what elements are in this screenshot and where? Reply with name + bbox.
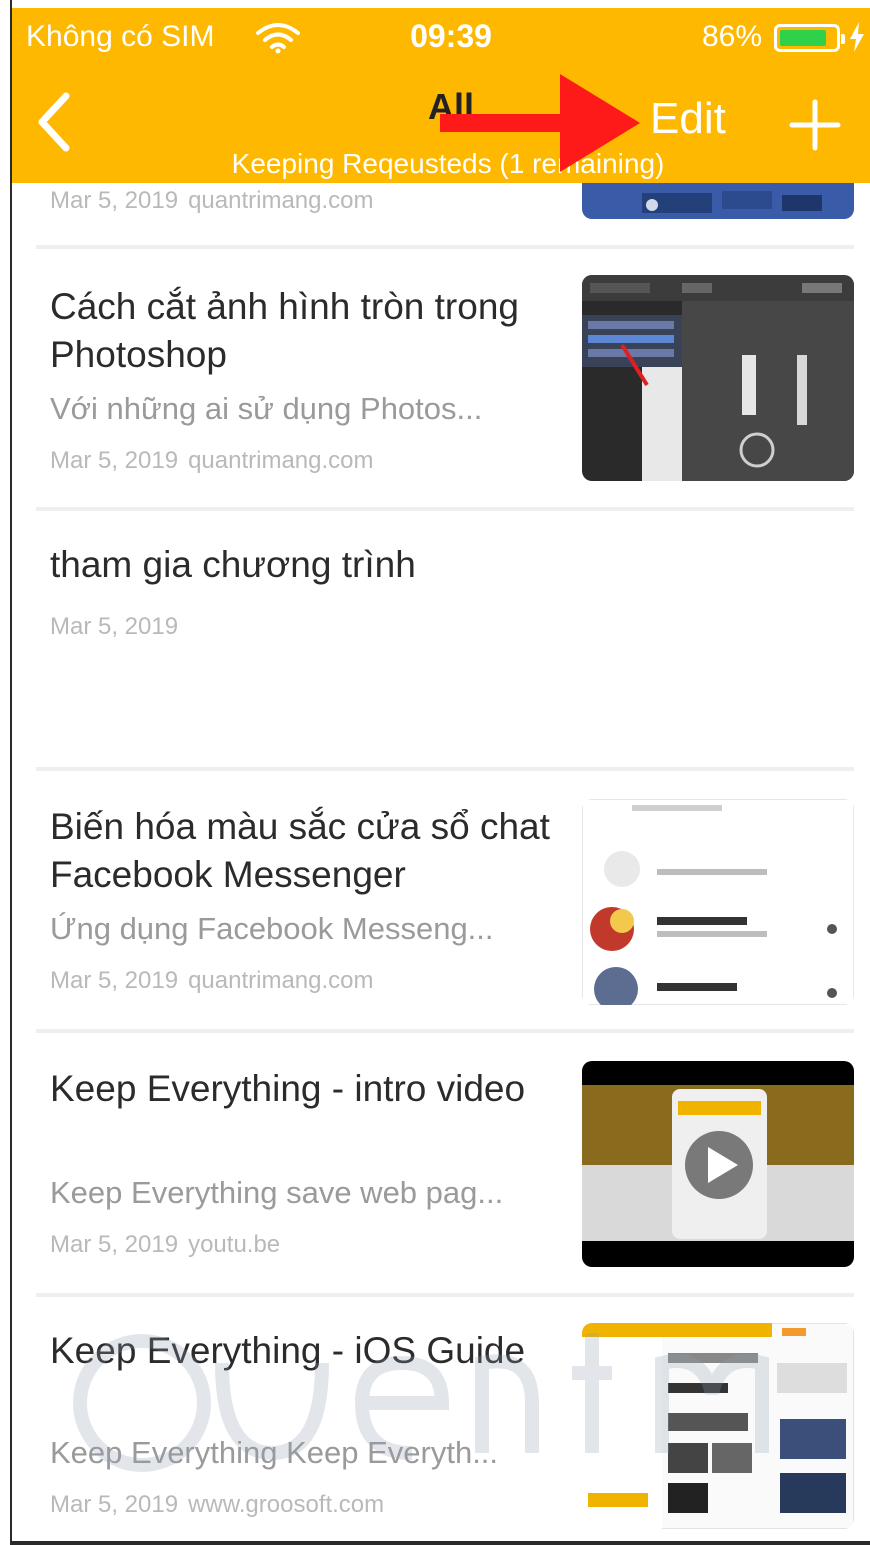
item-date: Mar 5, 2019 (50, 187, 179, 214)
battery-icon (774, 24, 845, 52)
list-item[interactable]: tham gia chương trình Mar 5, 2019 (12, 511, 870, 773)
screenshot-frame-left (0, 0, 12, 1545)
item-excerpt: Keep Everything save web pag... (50, 1175, 504, 1210)
list-item[interactable]: Keep Everything - intro video Keep Every… (12, 1035, 870, 1297)
item-meta: Mar 5, 2019 youtu.be (50, 1231, 280, 1259)
item-title: tham gia chương trình (50, 544, 416, 585)
sync-status-subtitle: Keeping Reqeusteds (1 remaining) (231, 148, 665, 179)
item-date: Mar 5, 2019 (50, 1231, 179, 1258)
edit-button[interactable]: Edit (650, 94, 726, 144)
item-meta: Mar 5, 2019 (50, 613, 178, 641)
list-item[interactable]: Mar 5, 2019 quantrimang.com (12, 183, 870, 249)
item-title: Biến hóa màu sắc cửa sổ chat Facebook Me… (50, 806, 550, 895)
item-thumbnail (582, 799, 854, 1005)
item-meta: Mar 5, 2019 www.groosoft.com (50, 1491, 384, 1519)
page-title: All (427, 86, 474, 127)
status-bar: Không có SIM 09:39 86% (12, 8, 870, 70)
item-source: www.groosoft.com (188, 1491, 385, 1518)
battery-percent: 86% (701, 20, 762, 53)
item-excerpt: Với những ai sử dụng Photos... (50, 391, 483, 426)
app-header: Không có SIM 09:39 86% All Keeping Reqeu… (12, 8, 870, 183)
screenshot-frame-bottom (10, 1541, 870, 1545)
item-title: Keep Everything - intro video (50, 1068, 526, 1109)
item-source: quantrimang.com (188, 187, 374, 214)
item-meta: Mar 5, 2019 quantrimang.com (50, 187, 374, 215)
item-excerpt: Keep Everything Keep Everyth... (50, 1435, 499, 1470)
item-meta: Mar 5, 2019 quantrimang.com (50, 447, 374, 475)
battery-tip (841, 34, 845, 44)
battery-level (780, 30, 826, 46)
item-thumbnail (582, 183, 854, 219)
item-title: Keep Everything - iOS Guide (50, 1330, 526, 1371)
list-item[interactable]: Cách cắt ảnh hình tròn trong Photoshop V… (12, 249, 870, 511)
plus-icon[interactable] (788, 98, 842, 152)
list-item[interactable]: Keep Everything - iOS Guide Keep Everyth… (12, 1297, 870, 1541)
item-source: quantrimang.com (188, 447, 374, 474)
item-meta: Mar 5, 2019 quantrimang.com (50, 967, 374, 995)
item-date: Mar 5, 2019 (50, 613, 179, 640)
item-thumbnail (582, 1061, 854, 1267)
list-item[interactable]: Biến hóa màu sắc cửa sổ chat Facebook Me… (12, 773, 870, 1035)
item-source: quantrimang.com (188, 967, 374, 994)
navigation-bar: All Keeping Reqeusteds (1 remaining) Edi… (12, 70, 870, 183)
divider (36, 767, 854, 771)
item-thumbnail (582, 275, 854, 481)
charging-bolt-icon (850, 22, 864, 52)
item-source: youtu.be (188, 1231, 281, 1258)
item-date: Mar 5, 2019 (50, 1491, 179, 1518)
item-thumbnail (582, 1323, 854, 1529)
saved-items-list: Mar 5, 2019 quantrimang.com Cách cắt ảnh … (12, 183, 870, 1541)
item-title: Cách cắt ảnh hình tròn trong Photoshop (50, 286, 519, 375)
item-date: Mar 5, 2019 (50, 967, 179, 994)
divider (36, 1029, 854, 1033)
item-excerpt: Ứng dụng Facebook Messeng... (50, 911, 494, 946)
item-date: Mar 5, 2019 (50, 447, 179, 474)
